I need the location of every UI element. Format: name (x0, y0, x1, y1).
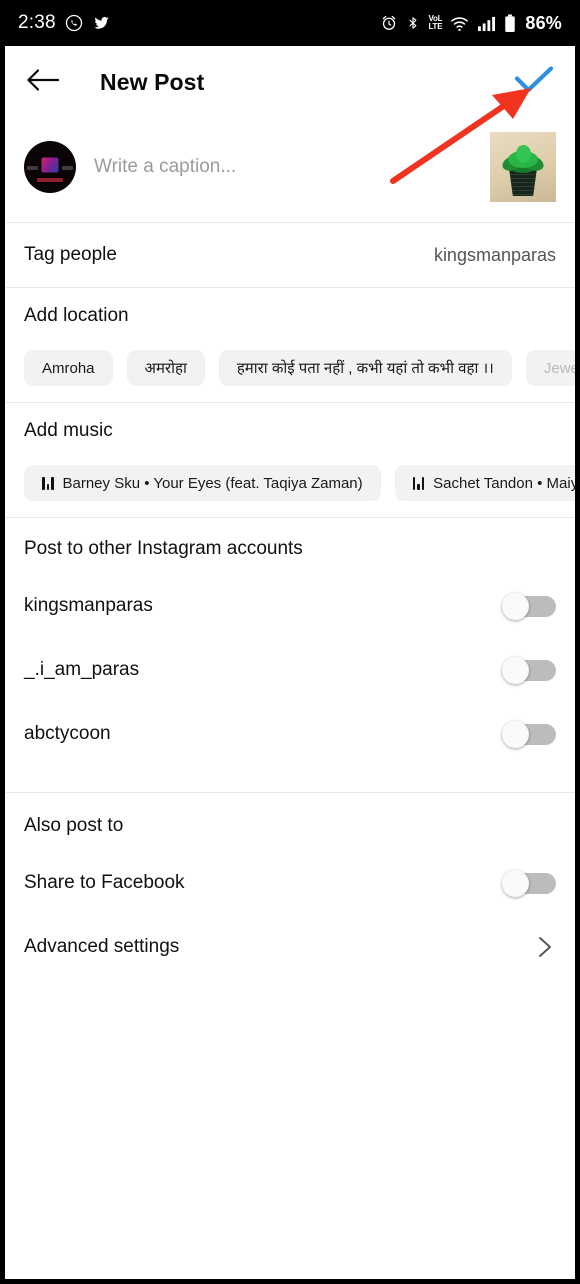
account-row-kingsmanparas[interactable]: kingsmanparas (5, 574, 575, 638)
advanced-settings-label: Advanced settings (24, 936, 180, 957)
account-label: _.i_am_paras (24, 659, 140, 680)
new-post-screen: New Post Write a caption... Tag people k… (5, 46, 575, 1279)
account-row-abctycoon[interactable]: abctycoon (5, 702, 575, 766)
wifi-icon (450, 15, 469, 32)
also-post-to-heading: Also post to (24, 815, 124, 836)
location-suggestions[interactable]: Amroha अमरोहा हमारा कोई पता नहीं , कभी य… (5, 344, 575, 402)
account-toggle-kingsmanparas[interactable] (502, 593, 556, 620)
status-bar-left: 2:38 (18, 12, 111, 34)
avatar-detail-right (62, 165, 73, 170)
post-thumbnail[interactable] (490, 132, 556, 202)
toggle-knob (502, 593, 529, 620)
toggle-knob (502, 657, 529, 684)
caption-row (5, 118, 575, 222)
music-chip[interactable]: Sachet Tandon • Maiyya Main (394, 465, 575, 501)
location-chip[interactable]: Jewelle (525, 350, 575, 386)
advanced-settings-row[interactable]: Advanced settings (5, 915, 575, 979)
phone-screen: 2:38 VoL LTE 86% New Post Write a captio… (0, 0, 580, 1284)
account-row-i-am-paras[interactable]: _.i_am_paras (5, 638, 575, 702)
battery-icon (504, 13, 516, 33)
music-suggestions[interactable]: Barney Sku • Your Eyes (feat. Taqiya Zam… (5, 459, 575, 517)
music-chip-title: Sachet Tandon • Maiyya (433, 474, 575, 492)
share-to-facebook-toggle[interactable] (502, 870, 556, 897)
avatar-detail-text (37, 178, 63, 183)
back-button[interactable] (24, 63, 62, 101)
toggle-knob (502, 721, 529, 748)
account-toggle-abctycoon[interactable] (502, 721, 556, 748)
account-label: kingsmanparas (24, 595, 153, 616)
arrow-left-icon (26, 67, 60, 98)
chevron-right-icon (534, 936, 556, 958)
share-post-button[interactable] (512, 60, 556, 104)
share-to-facebook-label: Share to Facebook (24, 872, 185, 893)
other-accounts-heading: Post to other Instagram accounts (24, 538, 303, 559)
battery-percent: 86% (525, 12, 562, 33)
twitter-icon (92, 14, 111, 32)
account-label: abctycoon (24, 723, 111, 744)
volte-icon: VoL LTE (428, 15, 442, 30)
add-location-label: Add location (24, 305, 129, 326)
alarm-icon (380, 14, 398, 32)
audio-bars-icon (412, 476, 425, 490)
status-time: 2:38 (18, 12, 56, 33)
caption-input[interactable] (94, 156, 472, 178)
add-location-row[interactable]: Add location (5, 288, 575, 344)
status-bar-right: VoL LTE 86% (380, 13, 562, 34)
avatar[interactable] (24, 141, 76, 193)
audio-bars-icon (42, 476, 54, 490)
avatar-detail-center (41, 157, 59, 173)
tag-people-label: Tag people (24, 244, 117, 265)
checkmark-icon (514, 65, 554, 100)
location-chip[interactable]: अमरोहा (126, 350, 205, 386)
toggle-knob (502, 870, 529, 897)
signal-icon (477, 15, 496, 32)
location-chip[interactable]: Amroha (24, 350, 113, 386)
page-title: New Post (100, 68, 205, 95)
account-toggle-i-am-paras[interactable] (502, 657, 556, 684)
share-to-facebook-row[interactable]: Share to Facebook (5, 851, 575, 915)
music-chip[interactable]: Barney Sku • Your Eyes (feat. Taqiya Zam… (24, 465, 381, 501)
music-chip-label: Sachet Tandon • Maiyya Main (433, 475, 575, 492)
tag-people-value: kingsmanparas (433, 244, 556, 265)
status-bar: 2:38 VoL LTE 86% (0, 0, 580, 46)
bluetooth-icon (406, 14, 420, 32)
avatar-detail-left (27, 165, 38, 170)
plant-leaf-shape (516, 145, 531, 163)
whatsapp-icon (65, 14, 83, 32)
spacer (5, 766, 575, 792)
tag-people-row[interactable]: Tag people kingsmanparas (5, 223, 575, 287)
location-chip[interactable]: हमारा कोई पता नहीं , कभी यहां तो कभी वहा… (218, 350, 512, 386)
music-chip-label: Barney Sku • Your Eyes (feat. Taqiya Zam… (62, 474, 363, 492)
volte-label-bottom: LTE (428, 22, 443, 31)
add-music-label: Add music (24, 420, 113, 441)
add-music-row[interactable]: Add music (5, 403, 575, 459)
app-header: New Post (5, 46, 575, 118)
